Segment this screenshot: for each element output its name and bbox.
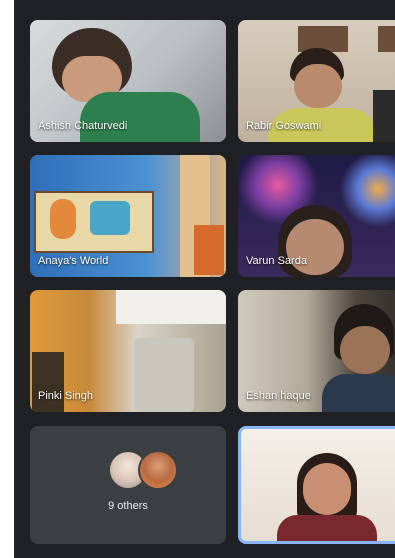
participant-name: Pinki Singh [38,390,94,402]
meeting-grid: Ashish Chaturvedi Rabir Goswami Anaya's … [14,0,395,558]
others-count-label: 9 others [108,500,148,512]
participant-name: Anaya's World [38,255,109,267]
participant-name: Rabir Goswami [246,120,322,132]
participant-name: Ashish Chaturvedi [38,120,128,132]
participant-name: Eshan haque [246,390,311,402]
participant-tile-varun[interactable]: Varun Sarda [238,155,395,277]
avatar [138,450,178,490]
self-view-tile[interactable] [238,426,395,544]
avatar-stack [108,450,198,490]
participant-tile-rabir[interactable]: Rabir Goswami [238,20,395,142]
participant-name: Varun Sarda [246,255,307,267]
participant-tile-ashish[interactable]: Ashish Chaturvedi [30,20,226,142]
participant-tile-eshan[interactable]: Eshan haque [238,290,395,412]
participant-tile-pinki[interactable]: Pinki Singh [30,290,226,412]
participant-tile-anaya[interactable]: Anaya's World [30,155,226,277]
others-tile[interactable]: 9 others [30,426,226,544]
